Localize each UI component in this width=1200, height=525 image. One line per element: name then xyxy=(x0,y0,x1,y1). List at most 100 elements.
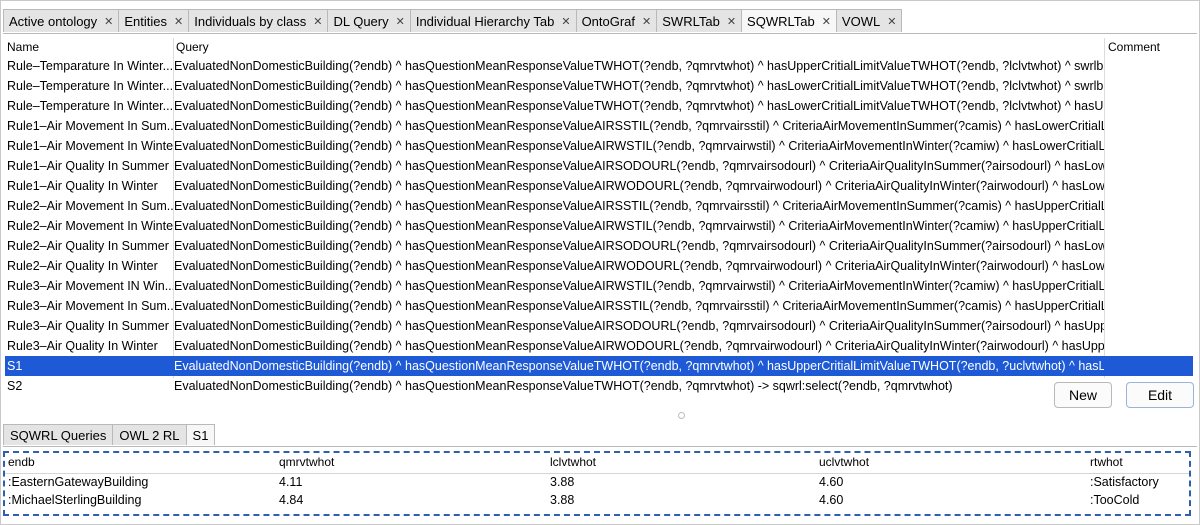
rule-name-cell: Rule3–Air Quality In Summer xyxy=(7,319,169,333)
tab-active-ontology[interactable]: Active ontology ✕ xyxy=(3,9,120,32)
rule-name-cell: Rule2–Air Quality In Summer xyxy=(7,239,169,253)
top-tab-bar: Active ontology ✕ Entities ✕ Individuals b… xyxy=(3,9,903,33)
edit-button[interactable]: Edit xyxy=(1126,382,1194,408)
tab-sqwrl-queries[interactable]: SQWRL Queries xyxy=(3,424,114,445)
table-row[interactable]: Rule1–Air Movement In Winter EvaluatedNon… xyxy=(5,136,1193,156)
table-row[interactable]: Rule–Temperature In Winter... EvaluatedNo… xyxy=(5,96,1193,116)
rule-name-cell: Rule1–Air Quality In Summer xyxy=(7,159,169,173)
tab-label: OntoGraf xyxy=(581,13,636,29)
rule-name-cell: Rule–Temperature In Winter... xyxy=(7,79,173,93)
rule-query-cell: EvaluatedNonDomesticBuilding(?endb) ^ ha… xyxy=(174,179,1104,193)
table-row[interactable]: S2 EvaluatedNonDomesticBuilding(?endb) ^ … xyxy=(5,376,1193,396)
rule-query-cell: EvaluatedNonDomesticBuilding(?endb) ^ ha… xyxy=(174,219,1104,233)
close-icon[interactable]: ✕ xyxy=(887,15,896,28)
table-row[interactable]: Rule3–Air Movement IN Win... EvaluatedNon… xyxy=(5,276,1193,296)
rule-name-cell: Rule3–Air Quality In Winter xyxy=(7,339,158,353)
rule-query-cell: EvaluatedNonDomesticBuilding(?endb) ^ ha… xyxy=(174,259,1104,273)
tab-label: Individual Hierarchy Tab xyxy=(415,13,555,29)
tab-individual-hierarchy[interactable]: Individual Hierarchy Tab ✕ xyxy=(409,9,577,32)
rule-query-cell: EvaluatedNonDomesticBuilding(?endb) ^ ha… xyxy=(174,159,1104,173)
header-query[interactable]: Query xyxy=(176,40,209,54)
results-header-cell[interactable]: rtwhot xyxy=(1090,455,1123,469)
tab-individuals-by-class[interactable]: Individuals by class ✕ xyxy=(188,9,329,32)
close-icon[interactable]: ✕ xyxy=(313,15,322,28)
tab-dl-query[interactable]: DL Query ✕ xyxy=(327,9,411,32)
table-row[interactable]: Rule2–Air Movement In Sum... EvaluatedNon… xyxy=(5,196,1193,216)
result-cell: 4.60 xyxy=(819,493,844,507)
result-cell: :EasternGatewayBuilding xyxy=(8,475,149,489)
rule-query-cell: EvaluatedNonDomesticBuilding(?endb) ^ ha… xyxy=(174,139,1104,153)
table-row[interactable]: Rule3–Air Quality In Summer EvaluatedNonD… xyxy=(5,316,1193,336)
close-icon[interactable]: ✕ xyxy=(727,15,736,28)
close-icon[interactable]: ✕ xyxy=(642,15,651,28)
table-row[interactable]: Rule3–Air Quality In Winter EvaluatedNonD… xyxy=(5,336,1193,356)
close-icon[interactable]: ✕ xyxy=(104,15,113,28)
bottom-tab-bar: SQWRL Queries OWL 2 RL S1 xyxy=(3,424,216,446)
table-row[interactable]: Rule2–Air Quality In Summer EvaluatedNonD… xyxy=(5,236,1193,256)
table-row[interactable]: :MichaelSterlingBuilding 4.84 3.88 4.60 … xyxy=(5,493,1189,511)
rule-name-cell: Rule1–Air Movement In Winter xyxy=(7,139,173,153)
splitter-handle[interactable] xyxy=(678,412,685,419)
rule-name-cell: Rule2–Air Movement In Sum... xyxy=(7,199,173,213)
tab-label: VOWL xyxy=(841,13,881,29)
table-row[interactable]: S1 EvaluatedNonDomesticBuilding(?endb) ^ … xyxy=(5,356,1193,376)
results-header-cell[interactable]: uclvtwhot xyxy=(819,455,869,469)
table-row[interactable]: Rule1–Air Quality In Winter EvaluatedNonD… xyxy=(5,176,1193,196)
rules-table-header: Name Query Comment xyxy=(5,38,1193,56)
rules-table-body: Rule–Temparature In Winter... EvaluatedNo… xyxy=(5,56,1193,396)
rule-query-cell: EvaluatedNonDomesticBuilding(?endb) ^ ha… xyxy=(174,239,1104,253)
tab-label: Active ontology xyxy=(9,13,98,29)
rule-name-cell: Rule–Temparature In Winter... xyxy=(7,59,173,73)
tab-swrltab[interactable]: SWRLTab ✕ xyxy=(656,9,743,32)
close-icon[interactable]: ✕ xyxy=(561,15,570,28)
result-cell: :Satisfactory xyxy=(1090,475,1159,489)
close-icon[interactable]: ✕ xyxy=(822,15,831,28)
result-cell: :TooCold xyxy=(1090,493,1140,507)
rule-name-cell: Rule2–Air Movement In Winter xyxy=(7,219,173,233)
rule-name-cell: Rule3–Air Movement IN Win... xyxy=(7,279,173,293)
rule-query-cell: EvaluatedNonDomesticBuilding(?endb) ^ ha… xyxy=(174,59,1104,73)
results-table: endb qmrvtwhot lclvtwhot uclvtwhot rtwho… xyxy=(3,451,1191,516)
rule-name-cell: Rule1–Air Movement In Sum... xyxy=(7,119,173,133)
table-row[interactable]: Rule2–Air Quality In Winter EvaluatedNonD… xyxy=(5,256,1193,276)
new-button[interactable]: New xyxy=(1054,382,1112,408)
table-row[interactable]: Rule3–Air Movement In Sum... EvaluatedNon… xyxy=(5,296,1193,316)
rule-name-cell: Rule–Temperature In Winter... xyxy=(7,99,173,113)
table-row[interactable]: :EasternGatewayBuilding 4.11 3.88 4.60 :… xyxy=(5,475,1189,493)
table-row[interactable]: Rule2–Air Movement In Winter EvaluatedNon… xyxy=(5,216,1193,236)
results-header: endb qmrvtwhot lclvtwhot uclvtwhot rtwho… xyxy=(5,455,1189,474)
rule-query-cell: EvaluatedNonDomesticBuilding(?endb) ^ ha… xyxy=(174,359,1104,373)
results-header-cell[interactable]: qmrvtwhot xyxy=(279,455,334,469)
rule-query-cell: EvaluatedNonDomesticBuilding(?endb) ^ ha… xyxy=(174,319,1104,333)
tab-owl2-rl[interactable]: OWL 2 RL xyxy=(112,424,187,445)
rule-query-cell: EvaluatedNonDomesticBuilding(?endb) ^ ha… xyxy=(174,199,1104,213)
rule-query-cell: EvaluatedNonDomesticBuilding(?endb) ^ ha… xyxy=(174,299,1104,313)
tab-label: SQWRLTab xyxy=(747,13,815,29)
rule-query-cell: EvaluatedNonDomesticBuilding(?endb) ^ ha… xyxy=(174,99,1104,113)
results-header-cell[interactable]: endb xyxy=(8,455,35,469)
tab-sqwrltab[interactable]: SQWRLTab ✕ xyxy=(741,9,837,32)
header-name[interactable]: Name xyxy=(7,40,39,54)
table-row[interactable]: Rule–Temparature In Winter... EvaluatedNo… xyxy=(5,56,1193,76)
tab-ontograf[interactable]: OntoGraf ✕ xyxy=(575,9,658,32)
tab-s1-results[interactable]: S1 xyxy=(185,424,216,445)
result-cell: :MichaelSterlingBuilding xyxy=(8,493,142,507)
rules-table: Name Query Comment Rule–Temparature In W… xyxy=(5,38,1193,396)
tab-label: SWRLTab xyxy=(662,13,720,29)
close-icon[interactable]: ✕ xyxy=(174,15,183,28)
table-row[interactable]: Rule–Temperature In Winter... EvaluatedNo… xyxy=(5,76,1193,96)
results-header-cell[interactable]: lclvtwhot xyxy=(550,455,596,469)
tab-divider xyxy=(3,446,1197,447)
tab-entities[interactable]: Entities ✕ xyxy=(118,9,190,32)
close-icon[interactable]: ✕ xyxy=(396,15,405,28)
rule-name-cell: S1 xyxy=(7,359,23,373)
table-row[interactable]: Rule1–Air Quality In Summer EvaluatedNonD… xyxy=(5,156,1193,176)
table-row[interactable]: Rule1–Air Movement In Sum... EvaluatedNon… xyxy=(5,116,1193,136)
result-cell: 3.88 xyxy=(550,475,575,489)
rule-name-cell: Rule2–Air Quality In Winter xyxy=(7,259,158,273)
tab-vowl[interactable]: VOWL ✕ xyxy=(835,9,903,32)
rule-query-cell: EvaluatedNonDomesticBuilding(?endb) ^ ha… xyxy=(174,379,953,393)
header-comment[interactable]: Comment xyxy=(1108,40,1160,54)
tab-label: Individuals by class xyxy=(194,13,307,29)
result-cell: 4.11 xyxy=(279,475,303,489)
